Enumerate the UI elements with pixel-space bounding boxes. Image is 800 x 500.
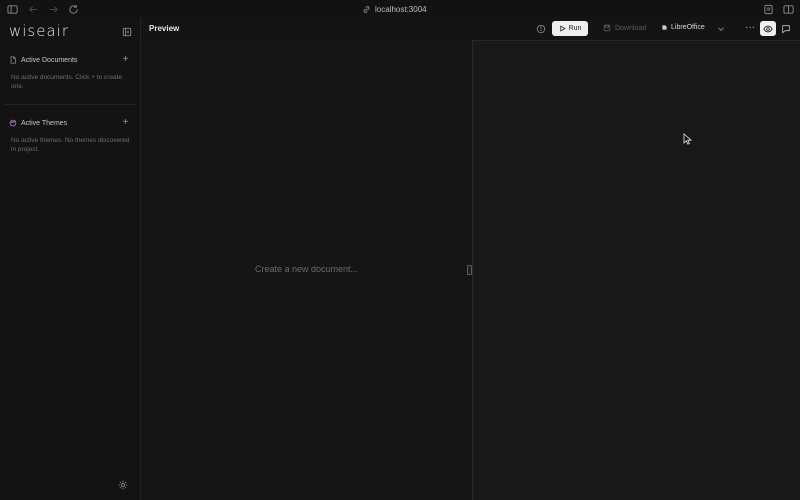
eye-icon — [763, 25, 773, 32]
editor-pane[interactable]: Create a new document... — [142, 40, 471, 500]
url-text: localhost:3004 — [375, 4, 427, 14]
add-theme-button[interactable]: + — [121, 118, 130, 128]
add-document-button[interactable]: + — [121, 55, 130, 65]
chevron-down-icon[interactable] — [716, 24, 726, 34]
mouse-cursor-icon — [683, 133, 692, 145]
libreoffice-icon — [662, 25, 667, 30]
section-divider — [4, 104, 137, 105]
document-icon — [9, 56, 17, 64]
info-icon[interactable] — [536, 24, 546, 34]
download-label: Download — [615, 24, 647, 32]
editor-placeholder: Create a new document... — [255, 264, 359, 274]
address-bar[interactable]: localhost:3004 — [362, 3, 427, 15]
app-logo: wiseair — [9, 22, 70, 40]
forward-arrow-icon[interactable] — [47, 3, 59, 15]
themes-section-header: Active Themes — [9, 117, 67, 129]
play-icon — [559, 25, 566, 32]
documents-heading: Active Documents — [21, 56, 78, 64]
palette-icon — [9, 119, 17, 127]
download-button[interactable]: Download — [603, 24, 646, 32]
run-button[interactable]: Run — [552, 21, 588, 36]
link-icon — [363, 5, 370, 13]
reader-icon[interactable] — [762, 3, 774, 15]
preview-toggle-button[interactable] — [760, 21, 776, 36]
documents-section-header: Active Documents — [9, 54, 77, 66]
run-label: Run — [568, 25, 582, 32]
chat-icon[interactable] — [781, 24, 791, 34]
theme-toggle-sun-icon[interactable] — [118, 480, 128, 490]
sidebar: wiseair Active Documents + No active doc… — [0, 18, 141, 500]
save-disk-icon — [603, 24, 611, 32]
preview-pane — [472, 40, 800, 500]
split-view-icon[interactable] — [782, 3, 794, 15]
themes-heading: Active Themes — [21, 119, 68, 127]
browser-toolbar: localhost:3004 — [0, 0, 800, 18]
themes-empty-text: No active themes. No themes discovered i… — [11, 137, 130, 153]
reload-icon[interactable] — [67, 3, 79, 15]
back-arrow-icon[interactable] — [27, 3, 39, 15]
engine-label: LibreOffice — [671, 24, 705, 31]
documents-empty-text: No active documents. Click + to create o… — [11, 74, 123, 90]
sidebar-toggle-icon[interactable] — [6, 3, 18, 15]
more-options-icon[interactable]: ··· — [744, 23, 756, 34]
editor-toolbar: Preview Run Download LibreOffice ··· — [141, 18, 800, 40]
collapse-sidebar-icon[interactable] — [122, 27, 132, 37]
page-title: Preview — [149, 24, 180, 33]
engine-selector[interactable]: LibreOffice — [661, 24, 705, 31]
